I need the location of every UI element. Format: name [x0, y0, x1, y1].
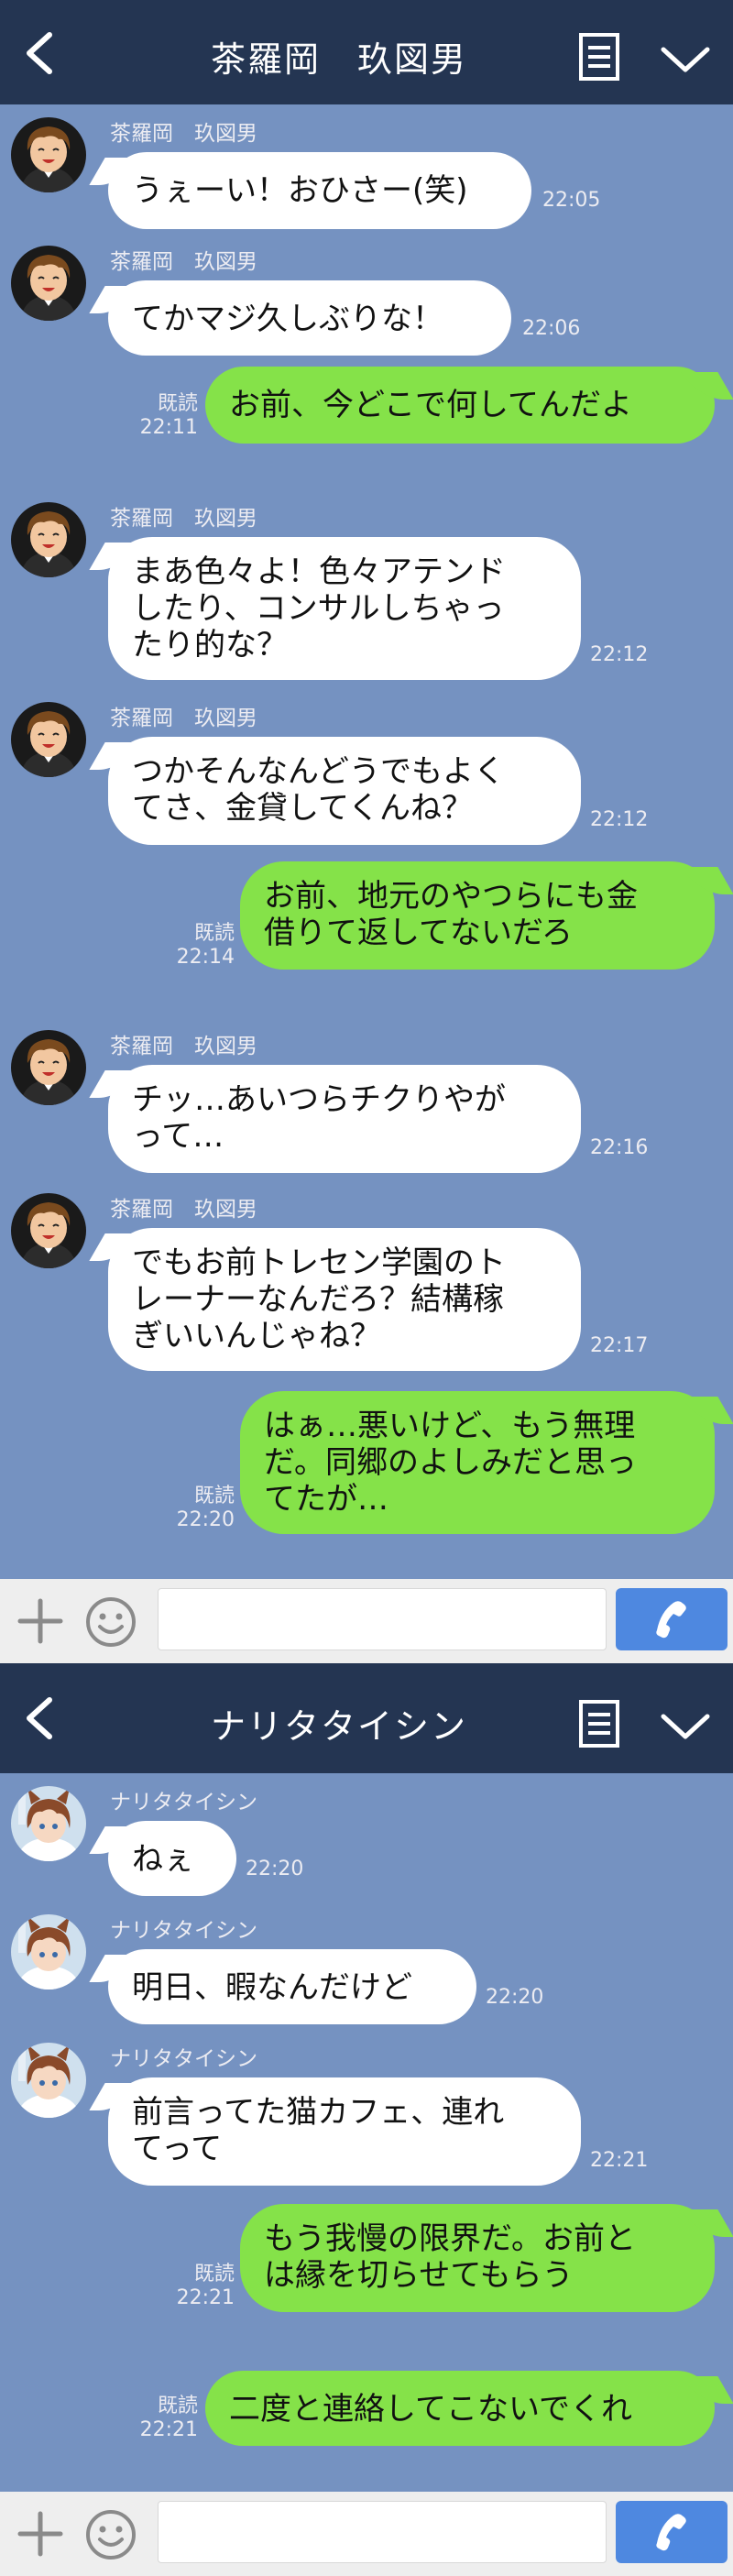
chat-title: 茶羅岡 玖図男	[210, 39, 467, 80]
character-icon	[11, 1193, 86, 1268]
smiley-icon[interactable]	[84, 1595, 137, 1649]
sender-name: 茶羅岡 玖図男	[110, 707, 257, 730]
character-icon	[11, 502, 86, 577]
message-time: 22:12	[590, 643, 649, 666]
avatar[interactable]	[11, 1914, 86, 1990]
character-icon	[11, 702, 86, 777]
message-bubble[interactable]: 明日、暇なんだけど	[108, 1949, 476, 2024]
avatar[interactable]	[11, 117, 86, 192]
read-receipt: 既読 22:14	[174, 922, 235, 970]
sender-name: 茶羅岡 玖図男	[110, 1198, 257, 1222]
sender-name: 茶羅岡 玖図男	[110, 122, 257, 146]
chat-screen-chararaoka: 茶羅岡 玖図男 茶羅岡 玖図男 うぇーい！おひさー(笑) 22:05 茶羅岡 玖…	[0, 0, 733, 1663]
read-label: 既読	[193, 1485, 235, 1507]
character-icon	[11, 1914, 86, 1990]
character-icon	[11, 246, 86, 321]
message-bubble[interactable]: ねぇ	[108, 1821, 236, 1896]
chat-header: 茶羅岡 玖図男	[0, 0, 733, 104]
avatar[interactable]	[11, 246, 86, 321]
message-time: 22:20	[176, 1508, 235, 1531]
read-receipt: 既読 22:21	[137, 2395, 198, 2442]
message-time: 22:20	[246, 1858, 304, 1880]
phone-icon	[656, 1601, 686, 1639]
avatar[interactable]	[11, 1193, 86, 1268]
avatar[interactable]	[11, 2043, 86, 2118]
read-label: 既読	[193, 922, 235, 945]
character-icon	[11, 1786, 86, 1861]
chevron-down-icon[interactable]	[658, 1700, 713, 1751]
message-bubble[interactable]: まあ色々よ！色々アテンド したり、コンサルしちゃっ たり的な？	[108, 537, 581, 680]
phone-icon	[656, 2514, 686, 2551]
chat-title: ナリタタイシン	[210, 1706, 467, 1747]
input-bar	[0, 1579, 733, 1663]
message-bubble[interactable]: 前言ってた猫カフェ、連れ てって	[108, 2077, 581, 2186]
message-time: 22:20	[486, 1986, 544, 2009]
chat-screen-narita-taishin: ナリタタイシン ナリタタイシン ねぇ 22:20 ナリタタイシン 明日、暇なんだ…	[0, 1663, 733, 2576]
avatar[interactable]	[11, 1030, 86, 1105]
sender-name: 茶羅岡 玖図男	[110, 1035, 257, 1058]
message-bubble[interactable]: でもお前トレセン学園のト レーナーなんだろ？結構稼 ぎいいんじゃね？	[108, 1228, 581, 1371]
message-bubble[interactable]: もう我慢の限界だ。お前と は縁を切らせてもらう	[240, 2204, 715, 2312]
message-time: 22:21	[176, 2286, 235, 2309]
plus-icon[interactable]	[15, 2508, 66, 2560]
read-label: 既読	[157, 2395, 198, 2417]
message-time: 22:05	[542, 189, 601, 212]
message-bubble[interactable]: お前、地元のやつらにも金 借りて返してないだろ	[240, 861, 715, 970]
message-time: 22:06	[522, 317, 581, 340]
message-time: 22:16	[590, 1136, 649, 1159]
message-bubble[interactable]: お前、今どこで何してんだよ	[205, 367, 715, 444]
chat-header: ナリタタイシン	[0, 1663, 733, 1773]
notes-menu-icon[interactable]	[575, 1696, 623, 1751]
sender-name: ナリタタイシン	[110, 1919, 257, 1943]
avatar[interactable]	[11, 502, 86, 577]
message-input[interactable]	[158, 1588, 607, 1650]
read-receipt: 既読 22:21	[174, 2263, 235, 2310]
avatar[interactable]	[11, 702, 86, 777]
smiley-icon[interactable]	[84, 2508, 137, 2561]
message-time: 22:17	[590, 1334, 649, 1357]
character-icon	[11, 2043, 86, 2118]
chevron-down-icon[interactable]	[658, 33, 713, 84]
message-bubble[interactable]: 二度と連絡してこないでくれ	[205, 2371, 715, 2446]
message-bubble[interactable]: てかマジ久しぶりな！	[108, 280, 511, 356]
message-time: 22:12	[590, 808, 649, 831]
back-chevron-icon[interactable]	[16, 1693, 66, 1744]
message-bubble[interactable]: はぁ…悪いけど、もう無理 だ。同郷のよしみだと思っ てたが…	[240, 1391, 715, 1534]
call-button[interactable]	[616, 1588, 728, 1650]
read-label: 既読	[193, 2263, 235, 2286]
sender-name: ナリタタイシン	[110, 1791, 257, 1814]
read-receipt: 既読 22:20	[174, 1485, 235, 1532]
notes-menu-icon[interactable]	[575, 29, 623, 84]
message-time: 22:21	[139, 2418, 198, 2441]
read-receipt: 既読 22:11	[137, 392, 198, 440]
input-bar	[0, 2492, 733, 2576]
character-icon	[11, 117, 86, 192]
message-bubble[interactable]: チッ…あいつらチクりやが って…	[108, 1065, 581, 1173]
read-label: 既読	[157, 392, 198, 415]
back-chevron-icon[interactable]	[16, 27, 66, 79]
message-time: 22:21	[590, 2149, 649, 2172]
message-bubble[interactable]: つかそんなんどうでもよく てさ、金貸してくんね？	[108, 737, 581, 845]
call-button[interactable]	[616, 2501, 728, 2563]
message-time: 22:14	[176, 946, 235, 969]
message-time: 22:11	[139, 416, 198, 439]
plus-icon[interactable]	[15, 1595, 66, 1647]
message-input[interactable]	[158, 2501, 607, 2563]
character-icon	[11, 1030, 86, 1105]
sender-name: ナリタタイシン	[110, 2047, 257, 2071]
avatar[interactable]	[11, 1786, 86, 1861]
sender-name: 茶羅岡 玖図男	[110, 507, 257, 531]
message-bubble[interactable]: うぇーい！おひさー(笑)	[108, 152, 531, 229]
sender-name: 茶羅岡 玖図男	[110, 250, 257, 274]
